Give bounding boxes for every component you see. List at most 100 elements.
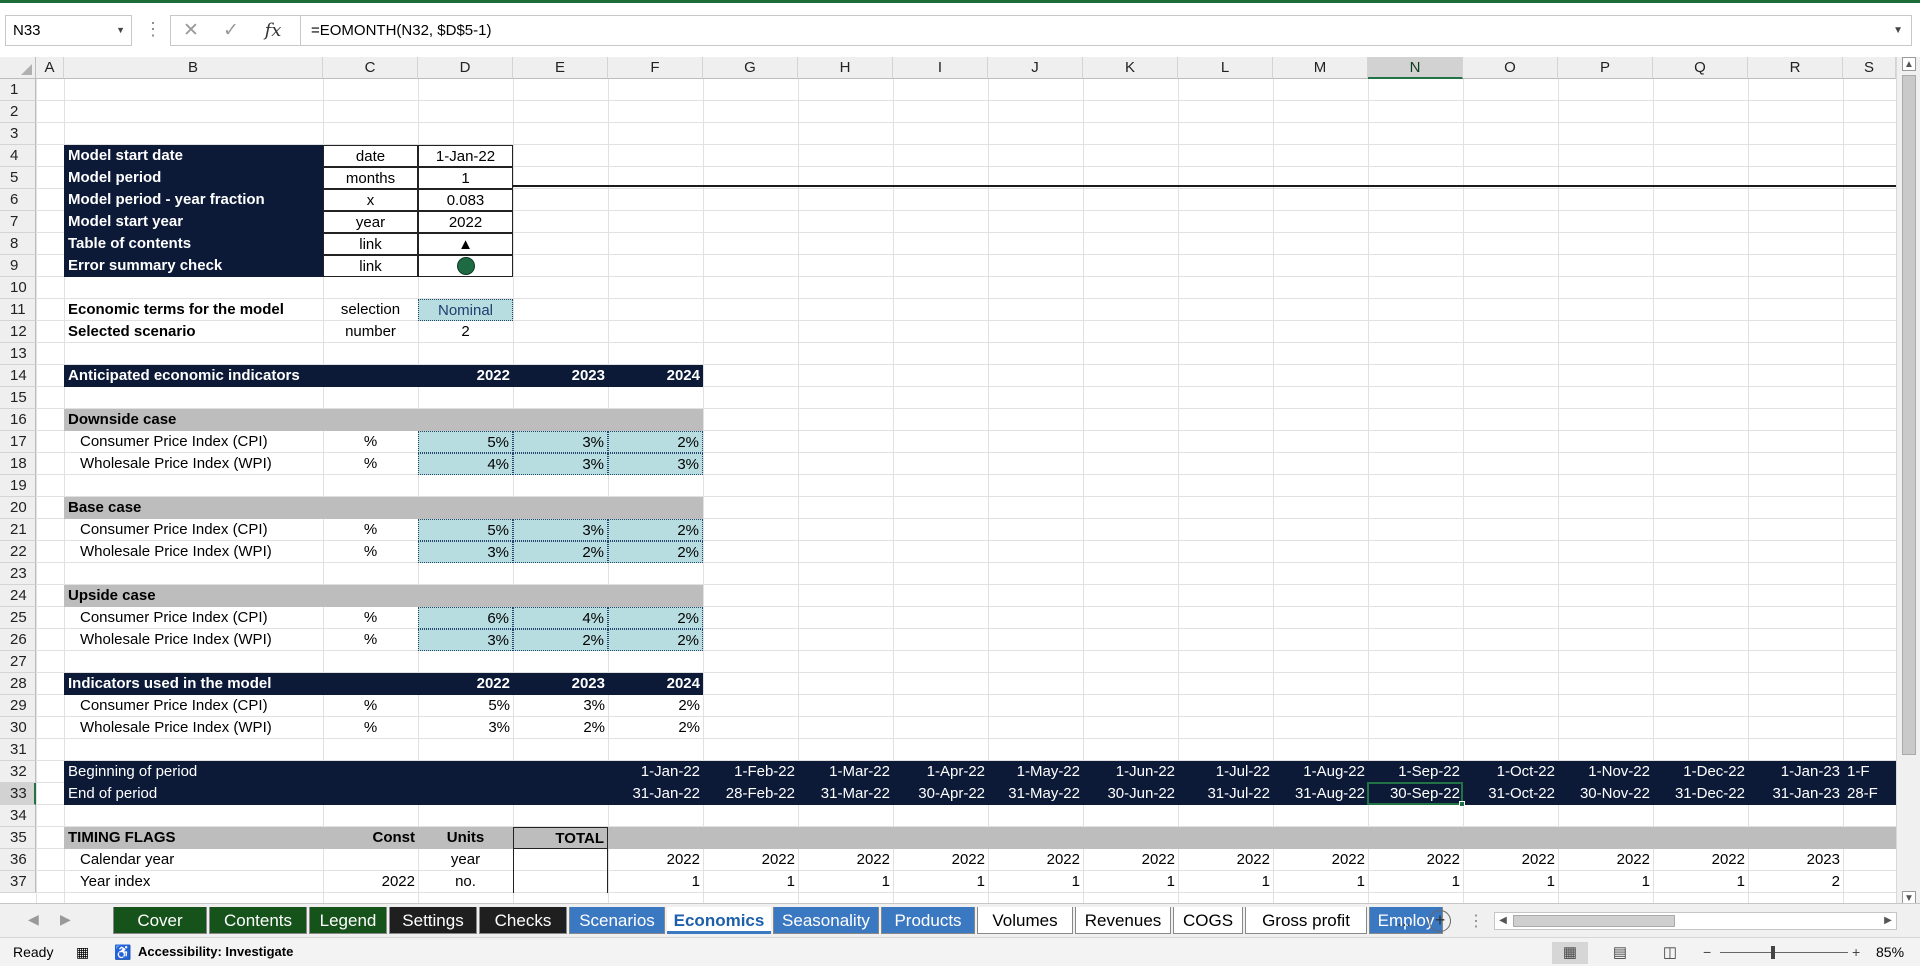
period-begin-date[interactable]: 1-May-22 xyxy=(988,761,1083,783)
row-header-9[interactable]: 9 xyxy=(0,255,36,277)
scenario-value[interactable]: 2 xyxy=(418,321,513,343)
scroll-left-icon[interactable]: ◀ xyxy=(1495,913,1511,929)
sheet-tab-legend[interactable]: Legend xyxy=(309,907,387,934)
column-header-P[interactable]: P xyxy=(1558,57,1653,79)
macro-record-icon[interactable]: ▦ xyxy=(76,938,89,966)
zoom-in-icon[interactable]: + xyxy=(1852,938,1860,966)
input-cell[interactable]: 2% xyxy=(608,431,703,453)
sheet-tab-seasonality[interactable]: Seasonality xyxy=(773,907,879,934)
row-header-8[interactable]: 8 xyxy=(0,233,36,255)
row-header-6[interactable]: 6 xyxy=(0,189,36,211)
scroll-up-icon[interactable]: ▲ xyxy=(1902,57,1916,71)
prev-sheet-icon[interactable]: ◀ xyxy=(28,911,39,928)
input-cell[interactable]: 3% xyxy=(418,541,513,563)
zoom-slider[interactable] xyxy=(1720,952,1848,953)
column-header-E[interactable]: E xyxy=(513,57,608,79)
row-header-37[interactable]: 37 xyxy=(0,871,36,893)
period-begin-date[interactable]: 1-F xyxy=(1843,761,1896,783)
column-header-G[interactable]: G xyxy=(703,57,798,79)
normal-view-icon[interactable]: ▦ xyxy=(1552,942,1588,964)
row-header-24[interactable]: 24 xyxy=(0,585,36,607)
row-header-14[interactable]: 14 xyxy=(0,365,36,387)
row-header-15[interactable]: 15 xyxy=(0,387,36,409)
insert-function-icon[interactable]: fx xyxy=(253,16,293,45)
column-header-F[interactable]: F xyxy=(608,57,703,79)
zoom-out-icon[interactable]: − xyxy=(1703,938,1711,966)
period-end-date[interactable]: 31-Jul-22 xyxy=(1178,783,1273,805)
row-header-19[interactable]: 19 xyxy=(0,475,36,497)
period-end-date[interactable]: 30-Jun-22 xyxy=(1083,783,1178,805)
input-cell[interactable]: 2% xyxy=(513,629,608,651)
row-header-36[interactable]: 36 xyxy=(0,849,36,871)
general-value[interactable]: ▲ xyxy=(418,233,513,255)
input-cell[interactable]: 3% xyxy=(418,629,513,651)
horizontal-scrollbar[interactable]: ◀ ▶ xyxy=(1494,912,1897,930)
chevron-down-icon[interactable]: ▼ xyxy=(116,16,125,45)
sheet-tab-cogs[interactable]: COGS xyxy=(1173,907,1243,934)
period-begin-date[interactable]: 1-Jun-22 xyxy=(1083,761,1178,783)
period-begin-date[interactable]: 1-Jul-22 xyxy=(1178,761,1273,783)
select-all-corner[interactable] xyxy=(0,57,36,79)
period-begin-date[interactable]: 1-Jan-22 xyxy=(608,761,703,783)
row-header-18[interactable]: 18 xyxy=(0,453,36,475)
period-end-date[interactable]: 31-May-22 xyxy=(988,783,1083,805)
splitter-icon[interactable]: ⋮ xyxy=(1468,911,1484,931)
period-end-date[interactable]: 31-Oct-22 xyxy=(1463,783,1558,805)
more-options-icon[interactable]: ⋮ xyxy=(144,17,162,41)
input-cell[interactable]: 2% xyxy=(608,607,703,629)
input-cell[interactable]: 3% xyxy=(513,431,608,453)
sheet-tab-settings[interactable]: Settings xyxy=(389,907,477,934)
row-header-4[interactable]: 4 xyxy=(0,145,36,167)
column-header-D[interactable]: D xyxy=(418,57,513,79)
sheet-tab-scenarios[interactable]: Scenarios xyxy=(569,907,665,934)
sheet-tab-contents[interactable]: Contents xyxy=(209,907,307,934)
row-header-34[interactable]: 34 xyxy=(0,805,36,827)
input-cell[interactable]: 2% xyxy=(608,541,703,563)
formula-input[interactable]: =EOMONTH(N32, $D$5-1) ▼ xyxy=(300,15,1912,46)
input-cell[interactable]: 3% xyxy=(608,453,703,475)
input-cell[interactable]: 4% xyxy=(513,607,608,629)
input-cell[interactable]: 5% xyxy=(418,431,513,453)
row-header-16[interactable]: 16 xyxy=(0,409,36,431)
column-header-N[interactable]: N xyxy=(1368,57,1463,79)
next-sheet-icon[interactable]: ▶ xyxy=(60,911,71,928)
column-header-M[interactable]: M xyxy=(1273,57,1368,79)
status-indicator-icon[interactable] xyxy=(456,257,475,276)
horizontal-scroll-thumb[interactable] xyxy=(1513,915,1675,927)
column-header-H[interactable]: H xyxy=(798,57,893,79)
input-cell[interactable]: 2% xyxy=(513,541,608,563)
scroll-right-icon[interactable]: ▶ xyxy=(1880,913,1896,929)
column-header-O[interactable]: O xyxy=(1463,57,1558,79)
input-cell[interactable]: 4% xyxy=(418,453,513,475)
period-begin-date[interactable]: 1-Feb-22 xyxy=(703,761,798,783)
period-end-date[interactable]: 31-Aug-22 xyxy=(1273,783,1368,805)
sheet-tab-products[interactable]: Products xyxy=(881,907,975,934)
row-header-5[interactable]: 5 xyxy=(0,167,36,189)
row-header-7[interactable]: 7 xyxy=(0,211,36,233)
row-header-23[interactable]: 23 xyxy=(0,563,36,585)
worksheet-grid[interactable]: ABCDEFGHIJKLMNOPQRS 1 2 3 4 5 6 7 8 9 10 11 12 13 14 1… xyxy=(0,57,1920,907)
period-begin-date[interactable]: 1-Aug-22 xyxy=(1273,761,1368,783)
accessibility-status[interactable]: Accessibility: Investigate xyxy=(138,938,293,966)
input-cell[interactable]: 5% xyxy=(418,519,513,541)
row-header-13[interactable]: 13 xyxy=(0,343,36,365)
zoom-level[interactable]: 85% xyxy=(1876,938,1904,966)
row-header-12[interactable]: 12 xyxy=(0,321,36,343)
column-header-J[interactable]: J xyxy=(988,57,1083,79)
sheet-tab-cover[interactable]: Cover xyxy=(113,907,207,934)
page-break-view-icon[interactable]: ◫ xyxy=(1652,942,1688,964)
zoom-slider-thumb[interactable] xyxy=(1771,946,1775,959)
column-header-C[interactable]: C xyxy=(323,57,418,79)
column-header-R[interactable]: R xyxy=(1748,57,1843,79)
row-header-2[interactable]: 2 xyxy=(0,101,36,123)
column-header-S[interactable]: S xyxy=(1843,57,1896,79)
column-header-Q[interactable]: Q xyxy=(1653,57,1748,79)
row-header-27[interactable]: 27 xyxy=(0,651,36,673)
sheet-tab-volumes[interactable]: Volumes xyxy=(977,907,1073,934)
row-header-17[interactable]: 17 xyxy=(0,431,36,453)
row-header-30[interactable]: 30 xyxy=(0,717,36,739)
row-header-10[interactable]: 10 xyxy=(0,277,36,299)
row-header-11[interactable]: 11 xyxy=(0,299,36,321)
row-header-33[interactable]: 33 xyxy=(0,783,36,805)
row-header-22[interactable]: 22 xyxy=(0,541,36,563)
